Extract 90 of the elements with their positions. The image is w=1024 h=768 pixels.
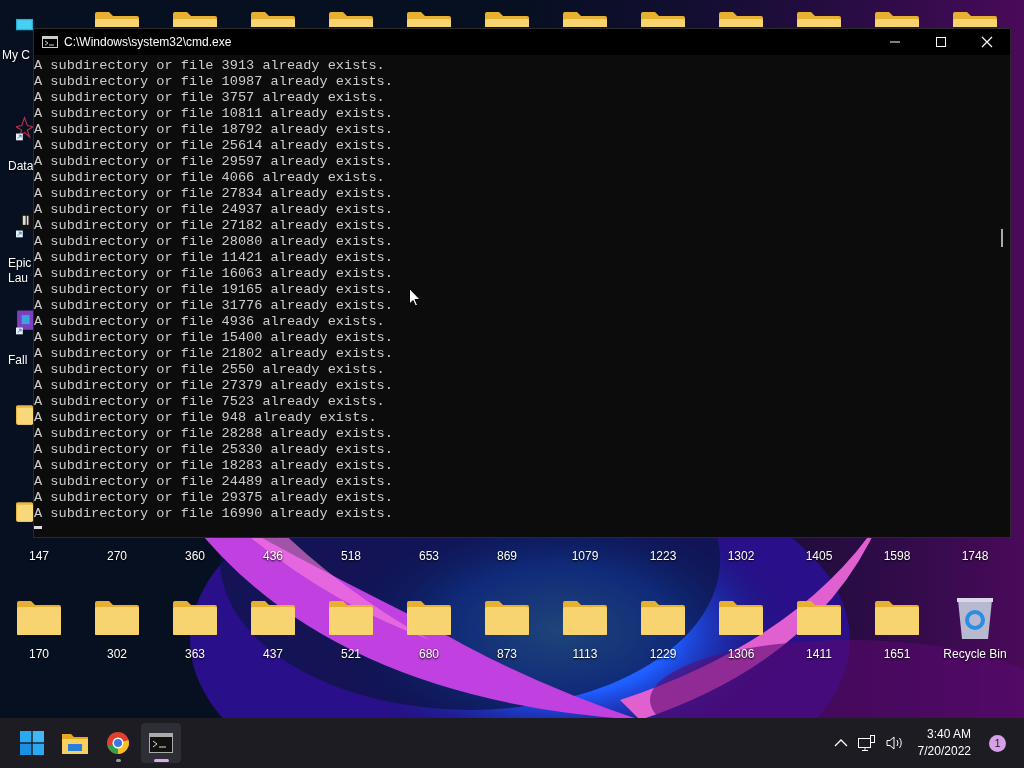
- folder-icon[interactable]: [797, 601, 841, 635]
- console-line: A subdirectory or file 31776 already exists.: [34, 298, 393, 314]
- folder-label: 653: [418, 548, 440, 564]
- icon-label: Epic: [7, 256, 32, 271]
- folder-icon[interactable]: [719, 601, 763, 635]
- folder-label: 873: [496, 646, 518, 662]
- network-icon[interactable]: [857, 735, 876, 751]
- terminal-icon: [149, 733, 173, 753]
- console-line: A subdirectory or file 25614 already exists.: [34, 138, 393, 154]
- browser-icon: [106, 731, 130, 755]
- folder-label: 436: [262, 548, 284, 564]
- folder-label: 680: [418, 646, 440, 662]
- console-line: A subdirectory or file 15400 already exists.: [34, 330, 393, 346]
- console-line: A subdirectory or file 27182 already exists.: [34, 218, 393, 234]
- clock-date[interactable]: 7/20/2022: [917, 743, 971, 760]
- console-line: A subdirectory or file 28288 already exists.: [34, 426, 393, 442]
- console-line: A subdirectory or file 29375 already exists.: [34, 490, 393, 506]
- console-line: A subdirectory or file 16990 already exists.: [34, 506, 393, 522]
- folder-label: 1598: [882, 548, 912, 564]
- console-line: A subdirectory or file 27379 already exists.: [34, 378, 393, 394]
- folder-icon[interactable]: [875, 601, 919, 635]
- console-line: A subdirectory or file 18283 already exists.: [34, 458, 393, 474]
- folder-label: 869: [496, 548, 518, 564]
- folder-label: 363: [184, 646, 206, 662]
- folder-label: 1229: [648, 646, 678, 662]
- recycle-bin-icon[interactable]: [957, 598, 993, 640]
- folder-label: 302: [106, 646, 128, 662]
- scrollbar-thumb[interactable]: [1001, 229, 1003, 247]
- folder-label: 1079: [570, 548, 600, 564]
- console-line: A subdirectory or file 10987 already exists.: [34, 74, 393, 90]
- console-line: A subdirectory or file 4066 already exists.: [34, 170, 385, 186]
- console-line: A subdirectory or file 27834 already exists.: [34, 186, 393, 202]
- folder-label: 1113: [571, 646, 599, 662]
- folder-icon[interactable]: [95, 601, 139, 635]
- windows-logo-icon: [20, 731, 44, 755]
- chevron-up-icon[interactable]: [833, 739, 848, 747]
- icon-label: Data: [7, 159, 34, 174]
- folder-icon[interactable]: [407, 601, 451, 635]
- icon-label: Fall: [7, 353, 28, 368]
- icon-label: Lau: [7, 271, 29, 286]
- close-icon: [981, 36, 993, 48]
- console-line: A subdirectory or file 24489 already exists.: [34, 474, 393, 490]
- folder-label: 521: [340, 646, 362, 662]
- maximize-icon: [935, 36, 947, 48]
- folder-label: 147: [28, 548, 50, 564]
- folder-label: 1302: [726, 548, 756, 564]
- console-line: A subdirectory or file 4936 already exists.: [34, 314, 385, 330]
- text-cursor: [34, 526, 42, 529]
- folder-label: 1748: [960, 548, 990, 564]
- console-line: A subdirectory or file 16063 already exists.: [34, 266, 393, 282]
- console-line: A subdirectory or file 21802 already exists.: [34, 346, 393, 362]
- folder-label: 1223: [648, 548, 678, 564]
- folder-icon[interactable]: [173, 601, 217, 635]
- folder-label: 360: [184, 548, 206, 564]
- folder-label: Recycle Bin: [942, 646, 1008, 662]
- icon-label: My C: [1, 48, 30, 63]
- folder-label: 518: [340, 548, 362, 564]
- clock-time[interactable]: 3:40 AM: [926, 726, 971, 743]
- volume-icon[interactable]: [885, 735, 904, 751]
- mouse-pointer-icon: [409, 288, 421, 307]
- folder-label: 437: [262, 646, 284, 662]
- console-line: A subdirectory or file 29597 already exists.: [34, 154, 393, 170]
- folder-label: 1411: [805, 646, 833, 662]
- taskbar-app[interactable]: [141, 723, 181, 763]
- console-line: A subdirectory or file 3757 already exists.: [34, 90, 385, 106]
- folder-icon[interactable]: [485, 601, 529, 635]
- console-line: A subdirectory or file 7523 already exists.: [34, 394, 385, 410]
- console-line: A subdirectory or file 25330 already exists.: [34, 442, 393, 458]
- folder-icon: [62, 732, 88, 754]
- console-line: A subdirectory or file 28080 already exists.: [34, 234, 393, 250]
- folder-icon[interactable]: [641, 601, 685, 635]
- notification-badge[interactable]: 1: [989, 734, 1006, 752]
- folder-label: 170: [28, 646, 50, 662]
- folder-icon[interactable]: [251, 601, 295, 635]
- console-line: A subdirectory or file 11421 already exists.: [34, 250, 393, 266]
- console-line: A subdirectory or file 3913 already exists.: [34, 58, 385, 74]
- console-line: A subdirectory or file 948 already exists.: [34, 410, 377, 426]
- folder-icon[interactable]: [563, 601, 607, 635]
- window-title: C:\Windows\system32\cmd.exe: [64, 35, 232, 49]
- folder-label: 270: [106, 548, 128, 564]
- folder-label: 1306: [726, 646, 756, 662]
- console-line: A subdirectory or file 10811 already exists.: [34, 106, 393, 122]
- console-icon: [42, 36, 58, 48]
- console-line: A subdirectory or file 24937 already exists.: [34, 202, 393, 218]
- console-line: A subdirectory or file 19165 already exists.: [34, 282, 393, 298]
- folder-label: 1651: [882, 646, 912, 662]
- folder-icon[interactable]: [17, 601, 61, 635]
- console-line: A subdirectory or file 18792 already exists.: [34, 122, 393, 138]
- folder-label: 1405: [804, 548, 834, 564]
- console-line: A subdirectory or file 2550 already exists.: [34, 362, 385, 378]
